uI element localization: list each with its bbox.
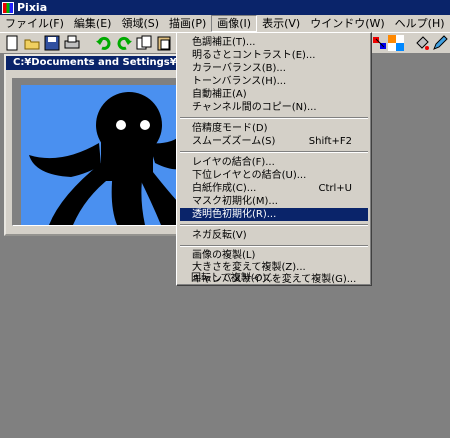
menu-item-new-blank[interactable]: 白紙作成(C)... Ctrl+U [180, 182, 368, 195]
menu-item-auto-correct[interactable]: 自動補正(A) [180, 88, 368, 101]
undo-icon[interactable] [96, 35, 112, 51]
menu-item-negative[interactable]: ネガ反転(V) [180, 229, 368, 242]
menu-file[interactable]: ファイル(F) [0, 15, 69, 32]
menu-separator [180, 245, 368, 247]
pen-icon[interactable] [432, 35, 448, 51]
fill-icon[interactable] [414, 35, 430, 51]
shortcut-label: Ctrl+U [318, 183, 353, 194]
open-icon[interactable] [24, 35, 40, 51]
menu-help[interactable]: ヘルプ(H) [390, 15, 450, 32]
canvas-frame [12, 78, 181, 226]
menu-item-color-correction[interactable]: 色調補正(T)... [180, 36, 368, 49]
menu-item-tone-balance[interactable]: トーンバランス(H)... [180, 75, 368, 88]
window-title: Pixia [17, 1, 48, 14]
menu-item-channel-copy[interactable]: チャンネル間のコピー(N)... [180, 101, 368, 114]
menu-edit[interactable]: 編集(E) [69, 15, 117, 32]
menu-separator [180, 151, 368, 153]
document-title-bar[interactable]: C:¥Documents and Settings¥kuni... [6, 56, 184, 70]
menu-item-merge-down[interactable]: 下位レイヤとの結合(U)... [180, 169, 368, 182]
redo-icon[interactable] [116, 35, 132, 51]
menu-window[interactable]: ウインドウ(W) [305, 15, 389, 32]
print-icon[interactable] [64, 35, 80, 51]
menu-item-smooth-zoom[interactable]: スムーズズーム(S) Shift+F2 [180, 135, 368, 148]
document-title: C:¥Documents and Settings¥kuni... [13, 57, 184, 68]
document-icon [8, 58, 10, 68]
menu-draw[interactable]: 描画(P) [164, 15, 211, 32]
menu-separator [180, 117, 368, 119]
new-icon[interactable] [4, 35, 20, 51]
menu-item-color-balance[interactable]: カラーバランス(B)... [180, 62, 368, 75]
menu-view[interactable]: 表示(V) [257, 15, 305, 32]
menu-item-merge-layers[interactable]: レイヤの結合(F)... [180, 156, 368, 169]
copy-icon[interactable] [136, 35, 152, 51]
document-window[interactable]: C:¥Documents and Settings¥kuni... [4, 54, 186, 236]
menu-item-init-transparency[interactable]: 透明色初期化(R)... [180, 208, 368, 221]
paste-icon[interactable] [156, 35, 172, 51]
menu-item-rotate-duplicate[interactable]: 回転して複製(O)... [179, 272, 367, 285]
color-icon[interactable] [372, 35, 388, 51]
menu-bar: ファイル(F) 編集(E) 領域(S) 描画(P) 画像(I) 表示(V) ウイ… [0, 15, 450, 33]
menu-image[interactable]: 画像(I) [211, 15, 258, 32]
title-bar: Pixia [0, 0, 450, 15]
menu-item-init-mask[interactable]: マスク初期化(M)... [180, 195, 368, 208]
menu-selection[interactable]: 領域(S) [116, 15, 164, 32]
save-icon[interactable] [44, 35, 60, 51]
menu-separator [180, 224, 368, 226]
shortcut-label: Shift+F2 [308, 136, 352, 147]
app-icon [2, 1, 14, 14]
image-menu-dropdown: 色調補正(T)... 明るさとコントラスト(E)... カラーバランス(B)..… [176, 32, 372, 286]
grid-icon[interactable] [388, 35, 404, 51]
canvas-image[interactable] [21, 85, 181, 225]
menu-item-brightness-contrast[interactable]: 明るさとコントラスト(E)... [180, 49, 368, 62]
menu-item-double-precision[interactable]: 倍精度モード(D) [180, 122, 368, 135]
